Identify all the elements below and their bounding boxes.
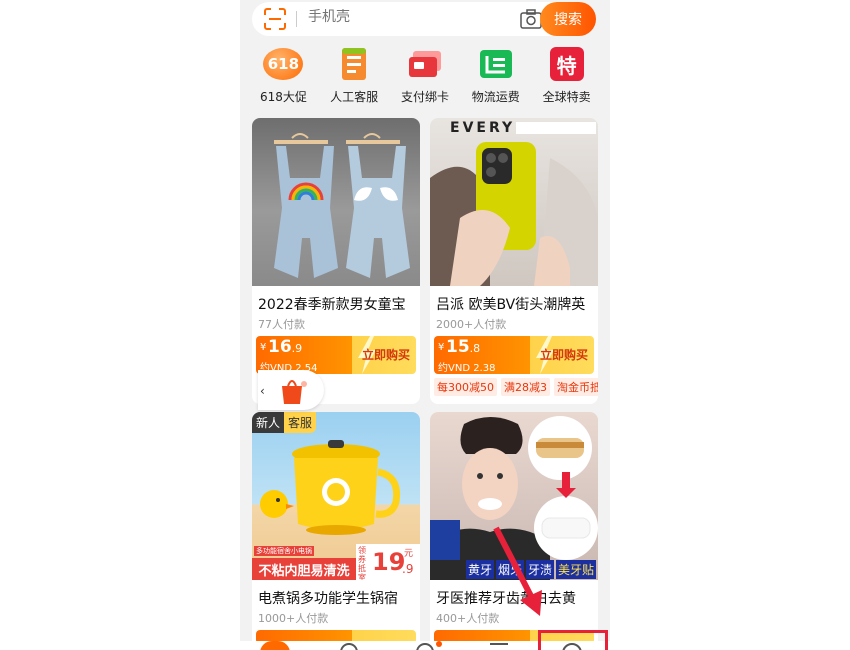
search-divider <box>296 11 297 27</box>
sold-count: 77人付款 <box>258 318 305 331</box>
promo-tag: 淘金币抵 <box>554 378 598 396</box>
nav-home-icon[interactable] <box>260 641 290 650</box>
floating-gift-widget[interactable]: ‹ <box>258 370 324 410</box>
product-title[interactable]: 吕派 欧美BV街头潮牌英 <box>430 286 598 314</box>
sticker-price-decimal: .9 <box>402 562 414 576</box>
search-button[interactable]: 搜索 <box>540 2 596 36</box>
quick-entry-618[interactable]: 618 618大促 <box>250 44 316 106</box>
quick-entry-label: 全球特卖 <box>542 90 591 104</box>
buy-now-button[interactable]: 立即购买 <box>362 346 410 363</box>
gift-bag-icon <box>282 380 307 404</box>
618-badge-icon: 618 <box>263 44 304 84</box>
payment-card-icon <box>405 44 445 84</box>
quick-entry-label: 物流运费 <box>471 90 520 104</box>
product-title[interactable]: 电煮锅多功能学生锅宿 <box>252 580 420 608</box>
phone-screen: 搜索 618 618大促 人工客服 支付绑卡 物流运费 <box>240 0 610 650</box>
price-sticker: 领券抵室 19 .9 元 <box>356 544 420 580</box>
sold-count: 2000+人付款 <box>436 318 507 331</box>
currency-symbol: ¥ <box>260 342 267 353</box>
buy-now-button[interactable]: 立即购买 <box>540 346 588 363</box>
product-title[interactable]: 2022春季新款男女童宝 <box>252 286 420 314</box>
price: 15.8 <box>446 337 480 357</box>
price: 16.9 <box>268 337 302 357</box>
camera-icon[interactable] <box>520 9 542 29</box>
promo-tag: 满28减3 <box>501 378 550 396</box>
nav-cart-icon[interactable] <box>490 643 508 649</box>
tooth-tag: 美牙贴 <box>556 560 597 579</box>
nav-item-icon[interactable] <box>340 643 358 650</box>
price-integer: 16 <box>268 337 292 357</box>
collapse-arrow-icon[interactable]: ‹ <box>260 384 265 398</box>
redacted-bar <box>516 122 596 134</box>
logistics-icon <box>476 44 516 84</box>
product-card[interactable]: 2022春季新款男女童宝 77人付款 ¥ 16.9 约VND 2.54 立即购买 <box>252 118 420 404</box>
sticker-price: 19 <box>372 548 406 576</box>
nav-message-icon[interactable] <box>416 643 434 650</box>
product-card[interactable]: EVERY 吕派 欧美BV街头潮牌英 2000+人付款 ¥ 15.8 约VND … <box>430 118 598 404</box>
price-integer: 15 <box>446 337 470 357</box>
image-brand-text: EVERY <box>450 120 516 136</box>
quick-entry-label: 支付绑卡 <box>400 90 449 104</box>
price-decimal: .9 <box>291 342 303 355</box>
quick-entry-payment[interactable]: 支付绑卡 <box>392 44 458 106</box>
quick-entry-label: 618大促 <box>259 90 307 104</box>
promo-tags: 每300减50 满28减3 淘金币抵 <box>430 374 598 396</box>
overalls-illustration <box>274 133 410 278</box>
small-banner: 多功能宿舍小电锅 <box>254 546 314 556</box>
feature-banner: 不粘内胆易清洗 <box>252 558 356 580</box>
notification-dot <box>436 641 442 647</box>
yuan-label: 元 <box>404 549 414 559</box>
product-image[interactable] <box>252 118 420 286</box>
customer-service-icon <box>334 44 374 84</box>
price-bar[interactable]: ¥ 15.8 约VND 2.38 立即购买 <box>434 336 594 374</box>
coupon-label: 领券抵室 <box>358 546 366 580</box>
promo-tag: 每300减50 <box>434 378 497 396</box>
scan-icon[interactable] <box>264 8 286 30</box>
sold-count: 1000+人付款 <box>258 612 329 625</box>
search-input[interactable] <box>308 9 498 25</box>
quick-entry-row: 618 618大促 人工客服 支付绑卡 物流运费 特 全球特卖 <box>240 44 610 106</box>
product-image[interactable]: EVERY <box>430 118 598 286</box>
quick-entry-label: 人工客服 <box>330 90 379 104</box>
quick-entry-global-sale[interactable]: 特 全球特卖 <box>534 44 600 106</box>
highlight-box-annotation <box>538 630 608 650</box>
currency-symbol: ¥ <box>438 342 445 353</box>
quick-entry-logistics[interactable]: 物流运费 <box>463 44 529 106</box>
search-bar[interactable]: 搜索 <box>252 2 596 36</box>
price-bar[interactable]: ¥ 16.9 约VND 2.54 立即购买 <box>256 336 416 374</box>
vnd-price: 约VND 2.38 <box>438 363 496 374</box>
price-decimal: .8 <box>469 342 481 355</box>
product-image[interactable]: 新人 客服 多功能宿舍小电锅 不粘内胆易清洗 领券抵室 19 .9 元 <box>252 412 420 580</box>
global-sale-icon: 特 <box>547 44 587 84</box>
red-arrow-annotation <box>493 526 542 616</box>
quick-entry-customer-service[interactable]: 人工客服 <box>321 44 387 106</box>
phone-case-illustration <box>430 142 598 286</box>
product-card[interactable]: 新人 客服 多功能宿舍小电锅 不粘内胆易清洗 领券抵室 19 .9 元 电煮锅多… <box>252 412 420 650</box>
